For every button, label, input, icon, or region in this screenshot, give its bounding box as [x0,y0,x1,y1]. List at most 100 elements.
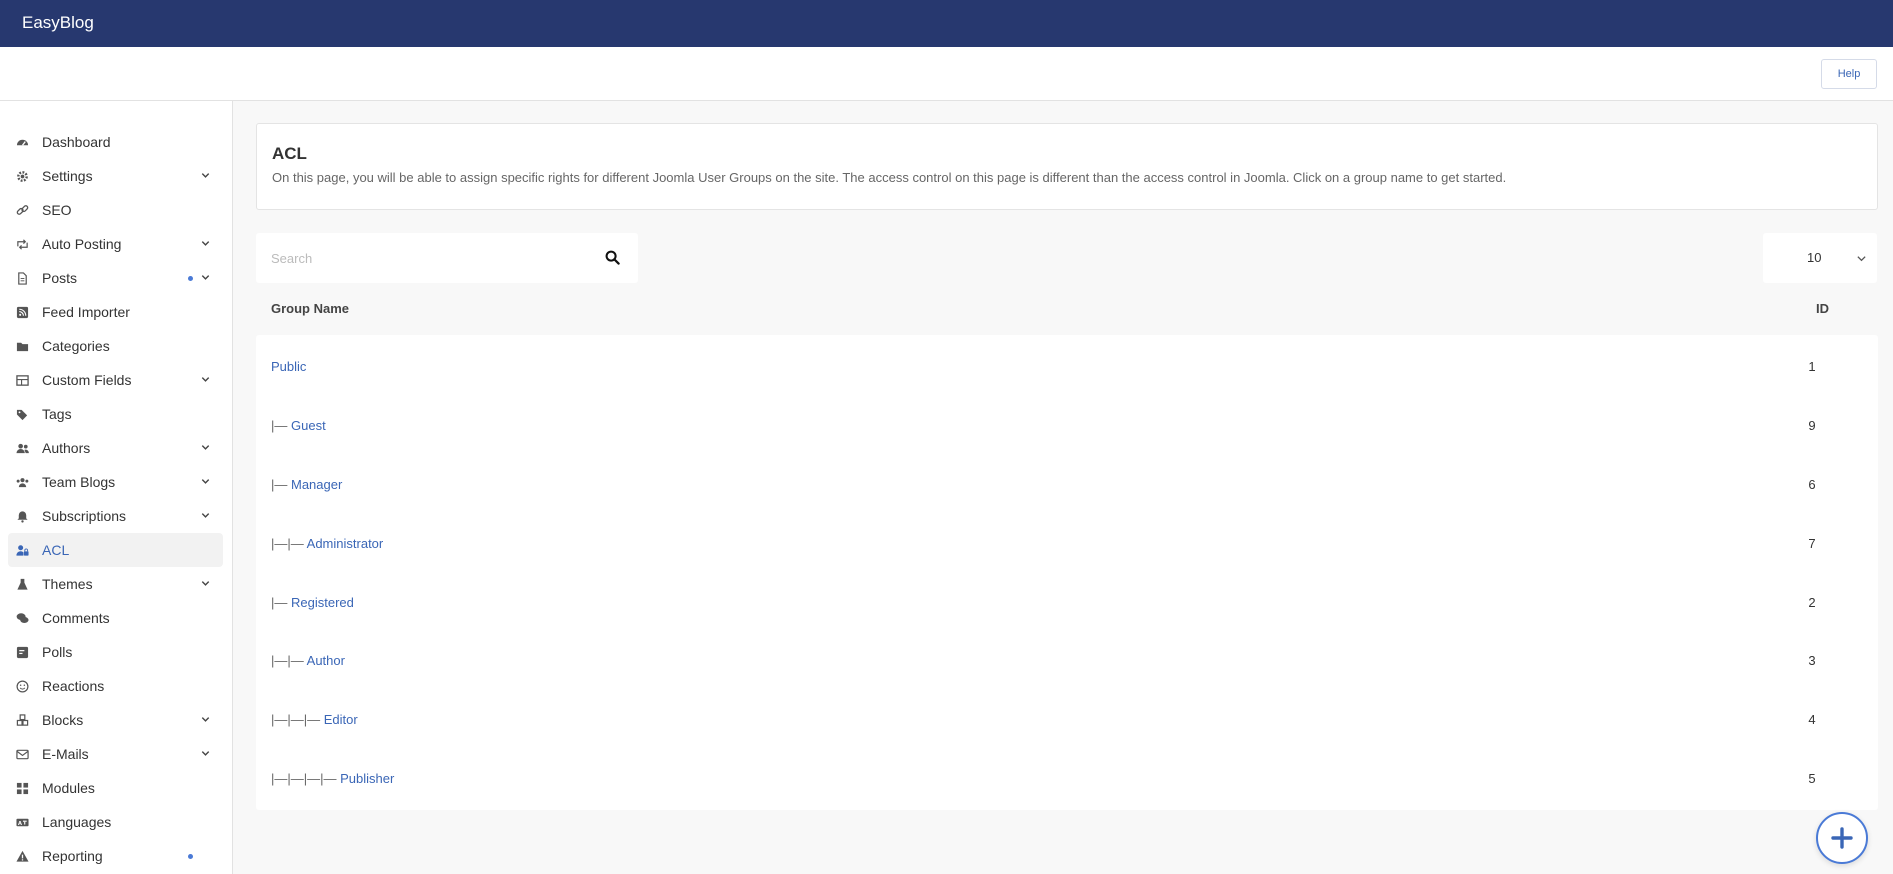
chevron-down-icon[interactable] [200,272,211,283]
sidebar-item-label: Reporting [42,848,103,864]
bell-icon [16,510,29,523]
table-row: Public 1 [256,335,1878,398]
sidebar-item-label: E-Mails [42,746,89,762]
search-icon[interactable] [605,250,620,265]
gear-icon [16,170,29,183]
group-name[interactable]: Publisher [340,771,394,786]
sidebar-item-label: Subscriptions [42,508,127,524]
group-name-link[interactable]: |— Registered [271,595,354,610]
group-name[interactable]: Public [271,359,306,374]
sidebar-item-auto-posting[interactable]: Auto Posting [8,227,223,261]
sidebar-item-e-mails[interactable]: E-Mails [8,737,223,771]
rss-icon [16,306,29,319]
smile-icon [16,680,29,693]
comments-icon [16,612,29,625]
search-box [256,233,638,283]
sidebar-item-authors[interactable]: Authors [8,431,223,465]
group-name-link[interactable]: |—|— Administrator [271,536,383,551]
chevron-down-icon[interactable] [200,442,211,453]
chevron-down-icon[interactable] [200,170,211,181]
sidebar-item-blocks[interactable]: Blocks [8,703,223,737]
table-row: |— Registered 2 [256,571,1878,634]
group-name-link[interactable]: |—|—|— Editor [271,712,358,727]
sidebar-item-label: Languages [42,814,112,830]
tree-indent: |—|—|—|— [271,771,341,786]
sidebar-item-seo[interactable]: SEO [8,193,223,227]
group-name-link[interactable]: |—|— Author [271,653,345,668]
sidebar-item-label: Custom Fields [42,372,132,388]
chevron-down-icon[interactable] [200,748,211,759]
chevron-down-icon[interactable] [200,578,211,589]
sidebar-item-comments[interactable]: Comments [8,601,223,635]
group-name[interactable]: Editor [324,712,358,727]
brand-title[interactable]: EasyBlog [22,13,94,33]
sidebar-item-categories[interactable]: Categories [8,329,223,363]
group-id: 5 [1808,771,1816,786]
group-name[interactable]: Guest [291,418,326,433]
link-icon [16,204,29,217]
group-name-link[interactable]: |—|—|—|— Publisher [271,771,394,786]
chevron-down-icon[interactable] [200,476,211,487]
sidebar-item-label: Themes [42,576,93,592]
sidebar-item-label: Blocks [42,712,84,728]
table-row: |—|—|— Editor 4 [256,688,1878,751]
sidebar-item-tags[interactable]: Tags [8,397,223,431]
sidebar-item-label: Comments [42,610,110,626]
group-name-link[interactable]: |— Guest [271,418,326,433]
sidebar-item-label: Categories [42,338,110,354]
sidebar-item-label: Authors [42,440,91,456]
sidebar-item-label: Feed Importer [42,304,130,320]
search-input[interactable] [256,233,596,283]
poll-icon [16,646,29,659]
sidebar-item-themes[interactable]: Themes [8,567,223,601]
group-id: 2 [1808,595,1816,610]
page-title: ACL [272,144,307,163]
sidebar-item-modules[interactable]: Modules [8,771,223,805]
sidebar-item-feed-importer[interactable]: Feed Importer [8,295,223,329]
sidebar-item-reporting[interactable]: Reporting [8,839,223,873]
tree-indent: |— [271,418,291,433]
group-name[interactable]: Manager [291,477,342,492]
retweet-icon [16,238,29,251]
group-name-link[interactable]: |— Manager [271,477,342,492]
sidebar-item-label: Posts [42,270,78,286]
table-row: |—|—|—|— Publisher 5 [256,747,1878,810]
page-limit-select[interactable]: 10 [1763,233,1877,283]
notification-dot [188,854,193,859]
sidebar-item-team-blogs[interactable]: Team Blogs [8,465,223,499]
group-name[interactable]: Registered [291,595,354,610]
sidebar-item-dashboard[interactable]: Dashboard [8,125,223,159]
chevron-down-icon[interactable] [200,510,211,521]
help-button[interactable]: Help [1821,59,1877,89]
page-limit-value: 10 [1807,250,1822,265]
sidebar-item-reactions[interactable]: Reactions [8,669,223,703]
envelope-icon [16,748,29,761]
table-icon [16,374,29,387]
column-header-id[interactable]: ID [1816,301,1829,316]
sidebar-item-custom-fields[interactable]: Custom Fields [8,363,223,397]
sidebar-item-polls[interactable]: Polls [8,635,223,669]
sidebar-item-posts[interactable]: Posts [8,261,223,295]
cubes-icon [16,714,29,727]
sidebar-item-acl[interactable]: ACL [8,533,223,567]
group-name[interactable]: Author [307,653,345,668]
group-name-link[interactable]: Public [271,359,306,374]
users-icon [16,442,29,455]
chevron-down-icon[interactable] [200,238,211,249]
sidebar-item-settings[interactable]: Settings [8,159,223,193]
sidebar-item-label: Tags [42,406,72,422]
main-content: ACL On this page, you will be able to as… [233,101,1893,874]
sidebar-item-languages[interactable]: A Languages [8,805,223,839]
group-name[interactable]: Administrator [307,536,384,551]
chevron-down-icon[interactable] [200,374,211,385]
column-header-group-name[interactable]: Group Name [271,301,349,316]
chevron-down-icon[interactable] [200,714,211,725]
tree-indent: |— [271,595,291,610]
user-lock-icon [16,544,29,557]
sidebar-item-label: Dashboard [42,134,111,150]
sidebar-item-subscriptions[interactable]: Subscriptions [8,499,223,533]
tree-indent: |—|— [271,536,307,551]
sidebar-item-label: Auto Posting [42,236,122,252]
add-button[interactable] [1816,812,1868,864]
group-id: 1 [1808,359,1816,374]
